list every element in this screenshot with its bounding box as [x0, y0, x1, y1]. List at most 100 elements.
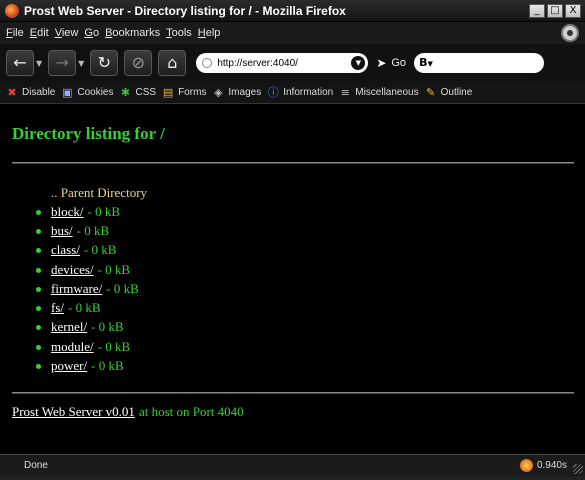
devbar-css-label: CSS [135, 87, 157, 98]
menu-bookmarks-label: ookmarks [112, 27, 161, 39]
url-bar[interactable]: http://server:4040/ ▼ [196, 53, 369, 73]
entry-link[interactable]: bus/ [51, 223, 73, 239]
menu-view[interactable]: View [55, 27, 79, 39]
entry-link[interactable]: module/ [51, 339, 94, 355]
css-icon: ✱ [120, 85, 131, 99]
forms-icon: ▤ [162, 85, 174, 99]
stop-button[interactable]: ⊘ [124, 50, 153, 76]
entry-link[interactable]: class/ [51, 242, 80, 258]
taskbar-strip [0, 476, 585, 480]
devbar-disable[interactable]: ✖ Disable [6, 85, 56, 99]
home-button[interactable]: ⌂ [158, 50, 187, 76]
menu-bookmarks[interactable]: Bookmarks [105, 27, 160, 39]
menu-file[interactable]: File [6, 27, 24, 39]
images-icon: ◈ [214, 85, 223, 99]
devbar-forms[interactable]: ▤ Forms [162, 85, 207, 99]
bullet-icon [36, 363, 41, 369]
menu-file-accel: F [6, 27, 13, 39]
go-button[interactable]: Go [391, 57, 406, 69]
disable-icon: ✖ [7, 85, 17, 99]
menu-edit-label: dit [37, 27, 49, 39]
title-bar: Prost Web Server - Directory listing for… [0, 0, 585, 22]
url-dropdown-icon[interactable]: ▼ [351, 56, 366, 70]
page-icon [202, 58, 213, 68]
server-link[interactable]: Prost Web Server v0.01 [12, 404, 135, 420]
parent-directory-link[interactable]: .. Parent Directory [51, 185, 147, 200]
bullet-icon [36, 209, 41, 215]
throbber-icon [561, 24, 579, 42]
menu-help-label: elp [205, 27, 221, 39]
bullet-icon [36, 305, 41, 311]
resize-grip-icon[interactable] [573, 464, 583, 474]
list-item: firmware/ - 0 kB [36, 281, 139, 297]
entry-link[interactable]: block/ [51, 204, 84, 220]
bullet-icon [36, 324, 41, 330]
devbar-outline-label: Outline [440, 87, 473, 98]
url-input[interactable]: http://server:4040/ [217, 58, 351, 69]
entry-link[interactable]: fs/ [51, 300, 64, 316]
devbar-images-label: Images [228, 87, 262, 98]
entry-size: - 0 kB [97, 262, 131, 277]
devbar-information-label: Information [283, 87, 334, 98]
firebug-icon[interactable] [519, 459, 533, 472]
devbar-forms-label: Forms [178, 87, 207, 98]
list-item: kernel/ - 0 kB [36, 319, 124, 335]
navigation-toolbar: ← ▼ → ▼ ↻ ⊘ ⌂ http://server:4040/ ▼ ➤ Go… [0, 44, 585, 82]
menu-tools-label: ools [171, 27, 192, 39]
bottom-divider [12, 392, 574, 394]
load-time: 0.940s [536, 460, 567, 471]
top-divider [12, 162, 574, 164]
bullet-icon [36, 344, 41, 350]
web-developer-toolbar: ✖ Disable ▣ Cookies ✱ CSS ▤ Forms ◈ Images ⓘ I… [0, 82, 585, 104]
list-item: fs/ - 0 kB [36, 300, 101, 316]
entry-link[interactable]: firmware/ [51, 281, 102, 297]
reload-button[interactable]: ↻ [90, 50, 119, 76]
entry-size: - 0 kB [87, 204, 121, 219]
menu-go-accel: G [84, 27, 93, 39]
close-button[interactable]: X [565, 3, 581, 18]
information-icon: ⓘ [267, 85, 279, 99]
menu-edit[interactable]: Edit [30, 27, 49, 39]
menu-tools[interactable]: Tools [166, 27, 192, 39]
devbar-outline[interactable]: ✎ Outline [425, 86, 473, 99]
entry-link[interactable]: devices/ [51, 262, 94, 278]
back-dropdown-icon[interactable]: ▼ [36, 59, 42, 68]
list-item: block/- 0 kB [36, 204, 120, 220]
devbar-miscellaneous-label: Miscellaneous [355, 87, 419, 98]
go-arrow-icon[interactable]: ➤ [376, 56, 386, 70]
devbar-images[interactable]: ◈ Images [212, 85, 262, 99]
list-item: devices/- 0 kB [36, 262, 130, 278]
entry-link[interactable]: kernel/ [51, 319, 87, 335]
devbar-cookies[interactable]: ▣ Cookies [61, 86, 114, 99]
minimize-button[interactable]: _ [529, 3, 545, 18]
menu-go[interactable]: Go [84, 27, 99, 39]
back-button[interactable]: ← [6, 50, 34, 76]
devbar-information[interactable]: ⓘ Information [267, 85, 334, 99]
server-signature: Prost Web Server v0.01 at host on Port 4… [12, 404, 244, 420]
entry-size: - 0 kB [97, 339, 131, 354]
forward-dropdown-icon[interactable]: ▼ [78, 59, 84, 68]
devbar-cookies-label: Cookies [77, 87, 114, 98]
list-item: class/- 0 kB [36, 242, 116, 258]
page-content: Directory listing for / .. Parent Direct… [0, 105, 585, 453]
menu-help-accel: H [197, 27, 206, 39]
search-engine-icon[interactable]: B▼ [419, 56, 441, 70]
menu-view-label: iew [61, 27, 79, 39]
list-item: bus/- 0 kB [36, 223, 109, 239]
status-text: Done [24, 460, 48, 471]
host-info: at host on Port 4040 [138, 404, 244, 419]
maximize-button[interactable]: □ [547, 3, 563, 18]
menu-go-label: o [92, 27, 100, 39]
devbar-miscellaneous[interactable]: ≡ Miscellaneous [339, 86, 419, 99]
devbar-disable-label: Disable [22, 87, 56, 98]
search-box[interactable]: B▼ [414, 53, 545, 73]
entry-size: - 0 kB [68, 300, 101, 315]
entry-link[interactable]: power/ [51, 358, 87, 374]
forward-button[interactable]: → [48, 50, 77, 76]
bullet-icon [36, 267, 41, 273]
menu-view-accel: V [54, 27, 62, 39]
parent-directory-item: .. Parent Directory [51, 185, 147, 201]
devbar-css[interactable]: ✱ CSS [120, 85, 157, 99]
bullet-icon [36, 228, 41, 234]
menu-help[interactable]: Help [198, 27, 221, 39]
